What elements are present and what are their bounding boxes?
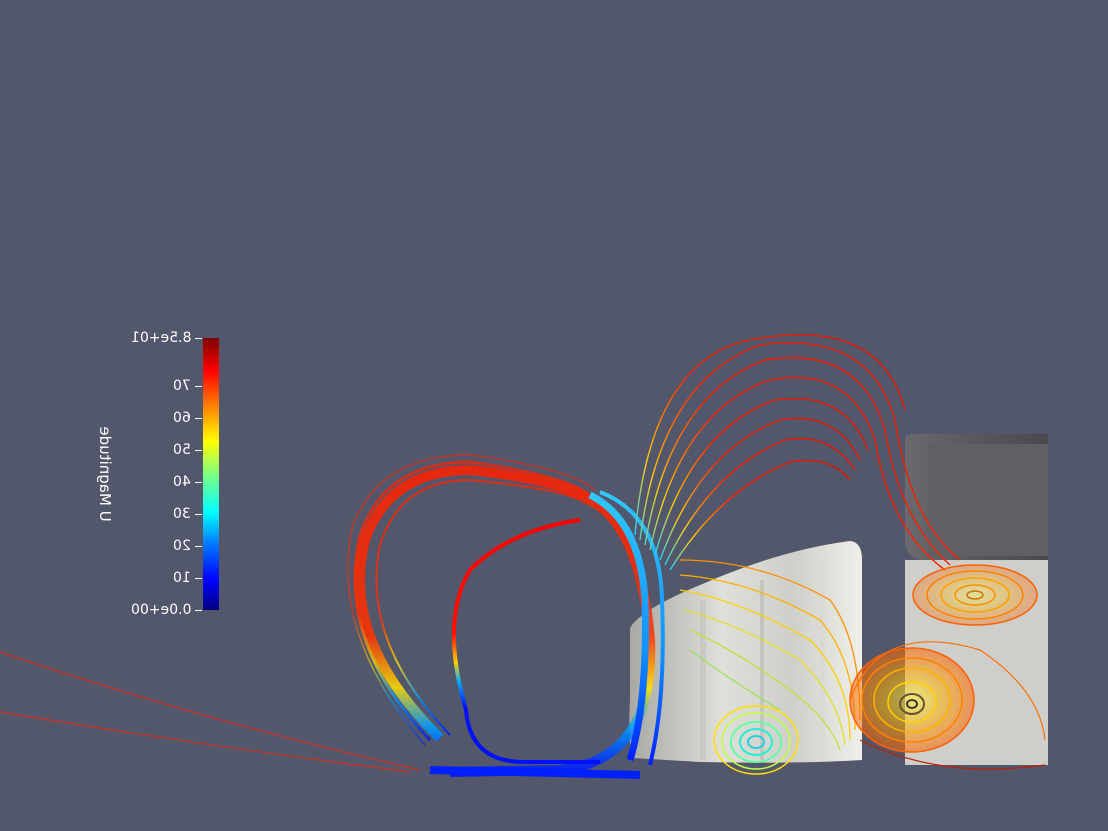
colorbar-tick-mark — [195, 610, 202, 611]
colorbar-tick-mark — [195, 386, 202, 387]
upper-right-vortex-streamlines — [912, 564, 1038, 626]
colorbar — [203, 338, 219, 610]
colorbar-tick-mark — [195, 482, 202, 483]
colorbar-tick-mark — [195, 578, 202, 579]
colorbar-tick-label: 50 — [173, 442, 191, 458]
colorbar-tick-label: 8.5e+01 — [131, 330, 192, 346]
inner-loop-streamline — [451, 518, 600, 764]
streamline-scene — [0, 334, 1048, 779]
inlet-streamlines — [0, 651, 421, 773]
colorbar-tick-mark — [195, 514, 202, 515]
colorbar-title-text: U Magnitude — [96, 426, 114, 522]
colorbar-tick-label: 10 — [173, 570, 191, 586]
colorbar-tick-label: 20 — [173, 538, 191, 554]
colorbar-tick-mark — [195, 418, 202, 419]
colorbar-tick-mark — [195, 338, 202, 339]
colorbar-tick-label: 0.0e+00 — [131, 602, 192, 618]
colorbar-tick-mark — [195, 450, 202, 451]
colorbar-tick-label: 60 — [173, 410, 191, 426]
colorbar-tick-label: 70 — [173, 378, 191, 394]
colorbar-tick-mark — [195, 546, 202, 547]
colorbar-gradient — [203, 338, 219, 610]
colorbar-tick-label: 30 — [173, 506, 191, 522]
colorbar-tick-label: 40 — [173, 474, 191, 490]
